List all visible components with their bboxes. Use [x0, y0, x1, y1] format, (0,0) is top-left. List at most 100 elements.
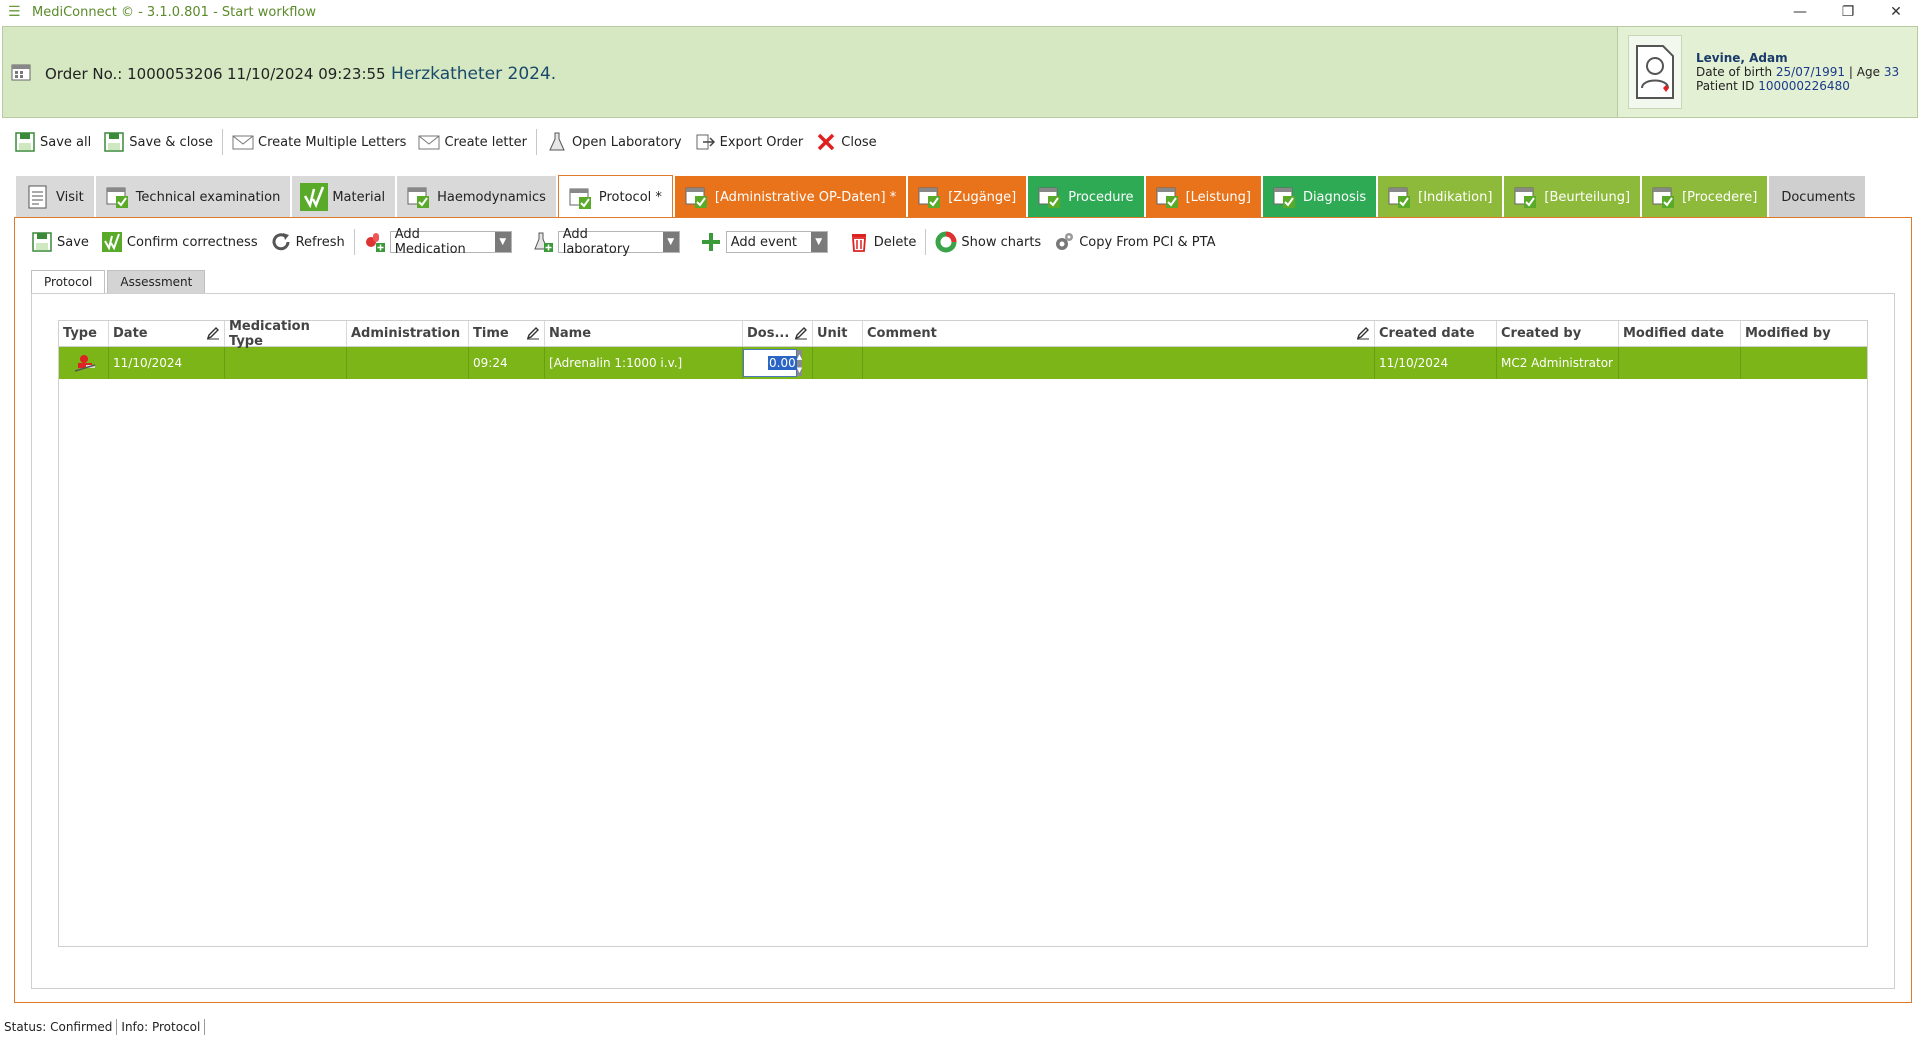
- pills-add-icon: [365, 233, 385, 252]
- col-created-by[interactable]: Created by: [1497, 321, 1619, 346]
- cell-unit[interactable]: [813, 347, 863, 379]
- save-icon: [32, 232, 52, 252]
- main-toolbar: Save all Save & close Create Multiple Le…: [0, 124, 1920, 160]
- dose-spin-editor[interactable]: 0.00 ▲ ▼: [743, 349, 803, 377]
- close-window-button[interactable]: ✕: [1872, 0, 1920, 24]
- save-close-button[interactable]: Save & close: [97, 126, 219, 158]
- protocol-grid: Type Date Medication Type Administration…: [58, 319, 1868, 947]
- col-modified-date[interactable]: Modified date: [1619, 321, 1741, 346]
- cell-medication-type[interactable]: [225, 347, 347, 379]
- create-multiple-letters-button[interactable]: Create Multiple Letters: [226, 126, 412, 158]
- chevron-down-icon[interactable]: ▼: [494, 232, 511, 252]
- tab-material[interactable]: Material: [292, 176, 396, 218]
- grid-header: Type Date Medication Type Administration…: [59, 319, 1867, 349]
- envelope-icon: [232, 135, 254, 150]
- protocol-save-button[interactable]: Save: [25, 226, 95, 258]
- tab-indikation[interactable]: [Indikation]: [1378, 176, 1503, 218]
- open-laboratory-button[interactable]: Open Laboratory: [540, 126, 688, 158]
- tab-beurteilung[interactable]: [Beurteilung]: [1504, 176, 1641, 218]
- chevron-down-icon[interactable]: ▼: [810, 232, 827, 252]
- cell-date[interactable]: 11/10/2024: [109, 347, 225, 379]
- subtab-assessment[interactable]: Assessment: [107, 270, 206, 294]
- tab-procedure-label: Procedure: [1068, 189, 1134, 205]
- tab-haemodynamics[interactable]: Haemodynamics: [397, 176, 556, 218]
- show-charts-label: Show charts: [961, 234, 1042, 250]
- patient-dob-line: Date of birth 25/07/1991 | Age 33: [1696, 65, 1899, 79]
- save-all-button[interactable]: Save all: [8, 126, 97, 158]
- order-icon: [11, 64, 31, 81]
- tab-technical-examination[interactable]: Technical examination: [95, 176, 291, 218]
- col-date-label: Date: [113, 326, 148, 341]
- app-logo-icon: ☰: [8, 4, 21, 20]
- open-laboratory-label: Open Laboratory: [571, 134, 682, 150]
- confirm-correctness-label: Confirm correctness: [126, 234, 258, 250]
- table-row[interactable]: 11/10/2024 09:24 [Adrenalin 1:1000 i.v.]…: [59, 347, 1867, 379]
- copy-gear-icon: [1056, 233, 1074, 250]
- toolbar-separator: [925, 229, 927, 255]
- col-dose[interactable]: Dos...: [743, 321, 813, 346]
- cell-modified-by[interactable]: [1741, 347, 1867, 379]
- chevron-down-icon[interactable]: ▼: [662, 232, 679, 252]
- cell-created-by[interactable]: MC2 Administrator: [1497, 347, 1619, 379]
- tab-procedure[interactable]: Procedure: [1028, 176, 1144, 218]
- add-event-control[interactable]: Add event ▼: [694, 226, 834, 258]
- tab-indikation-label: [Indikation]: [1418, 189, 1493, 205]
- tab-zugaenge[interactable]: [Zugänge]: [908, 176, 1027, 218]
- tab-visit[interactable]: Visit: [16, 176, 94, 218]
- add-laboratory-control[interactable]: Add laboratory ▼: [526, 226, 686, 258]
- medication-type-icon: [74, 355, 95, 372]
- col-date[interactable]: Date: [109, 321, 225, 346]
- col-created-date[interactable]: Created date: [1375, 321, 1497, 346]
- export-order-label: Export Order: [719, 134, 804, 150]
- restore-button[interactable]: ❐: [1824, 0, 1872, 24]
- col-time[interactable]: Time: [469, 321, 545, 346]
- cell-time[interactable]: 09:24: [469, 347, 545, 379]
- col-modified-by[interactable]: Modified by: [1741, 321, 1867, 346]
- tab-leistung[interactable]: [Leistung]: [1145, 176, 1261, 218]
- cell-comment[interactable]: [863, 347, 1375, 379]
- checkmark-icon: [300, 183, 329, 211]
- confirm-correctness-button[interactable]: Confirm correctness: [95, 226, 264, 258]
- col-comment[interactable]: Comment: [863, 321, 1375, 346]
- delete-label: Delete: [873, 234, 917, 250]
- tab-diagnosis[interactable]: Diagnosis: [1262, 176, 1377, 218]
- calendar-check-icon: [407, 187, 430, 208]
- patient-avatar: [1628, 35, 1682, 109]
- refresh-button[interactable]: Refresh: [264, 226, 351, 258]
- status-text: Status: Confirmed: [4, 1020, 113, 1034]
- add-event-dropdown[interactable]: Add event ▼: [725, 231, 828, 253]
- order-title: Herzkatheter 2024.: [391, 64, 557, 84]
- close-button[interactable]: Close: [809, 126, 882, 158]
- col-name[interactable]: Name: [545, 321, 743, 346]
- save-close-label: Save & close: [129, 134, 214, 150]
- delete-button[interactable]: Delete: [842, 226, 923, 258]
- calendar-check-icon: [1038, 187, 1061, 208]
- col-unit[interactable]: Unit: [813, 321, 863, 346]
- cell-created-date[interactable]: 11/10/2024: [1375, 347, 1497, 379]
- tab-administrative-op-daten[interactable]: [Administrative OP-Daten] *: [674, 176, 907, 218]
- spin-arrows-icon[interactable]: ▲ ▼: [796, 350, 803, 376]
- flask-add-icon: [533, 232, 553, 252]
- minimize-button[interactable]: —: [1776, 0, 1824, 24]
- add-laboratory-dropdown[interactable]: Add laboratory ▼: [557, 227, 680, 257]
- tab-protocol[interactable]: Protocol *: [557, 175, 673, 219]
- col-administration[interactable]: Administration: [347, 321, 469, 346]
- tab-procedere[interactable]: [Procedere]: [1642, 176, 1768, 218]
- create-letter-button[interactable]: Create letter: [412, 126, 532, 158]
- tab-documents[interactable]: Documents: [1769, 176, 1866, 218]
- add-medication-control[interactable]: Add Medication ▼: [358, 226, 518, 258]
- cell-name[interactable]: [Adrenalin 1:1000 i.v.]: [545, 347, 743, 379]
- show-charts-button[interactable]: Show charts: [929, 226, 1047, 258]
- age-value: 33: [1883, 65, 1900, 79]
- copy-from-pci-button[interactable]: Copy From PCI & PTA: [1047, 226, 1221, 258]
- plus-icon: [701, 233, 720, 251]
- cell-modified-date[interactable]: [1619, 347, 1741, 379]
- subtab-protocol[interactable]: Protocol: [31, 270, 106, 294]
- calendar-check-icon: [106, 187, 128, 208]
- add-medication-dropdown[interactable]: Add Medication ▼: [389, 227, 512, 257]
- col-type[interactable]: Type: [59, 321, 109, 346]
- cell-dose: 0.00 ▲ ▼: [743, 347, 813, 379]
- col-medication-type[interactable]: Medication Type: [225, 319, 347, 349]
- export-order-button[interactable]: Export Order: [688, 126, 810, 158]
- cell-administration[interactable]: [347, 347, 469, 379]
